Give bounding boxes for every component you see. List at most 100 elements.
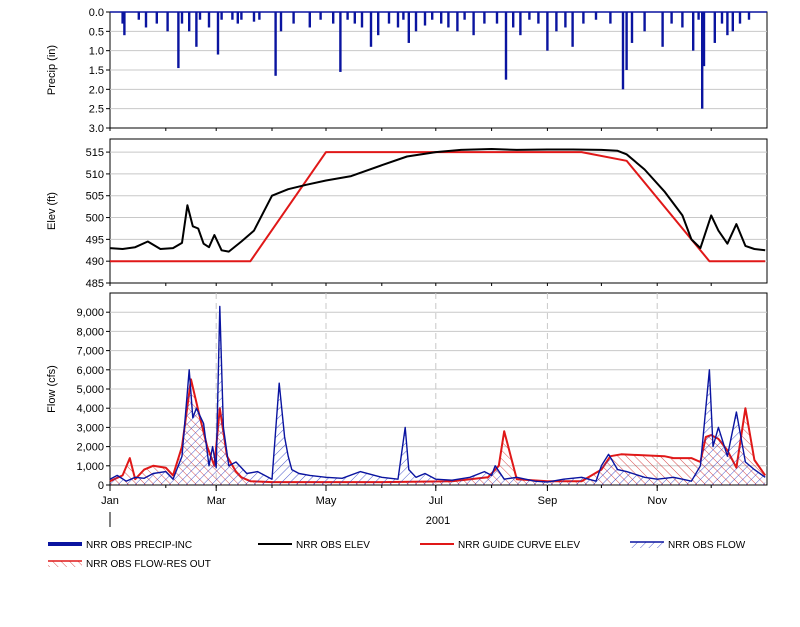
precip-bar (236, 12, 239, 24)
precip-bar (564, 12, 567, 28)
x-tick-label: May (316, 495, 337, 507)
precip-bar (155, 12, 158, 24)
y-tick-label: 515 (86, 147, 104, 159)
y-tick-label: 3.0 (89, 123, 104, 135)
y-tick-label: 490 (86, 256, 104, 268)
precip-bar (495, 12, 499, 24)
precip-bar (447, 12, 450, 28)
precip-bar (630, 12, 634, 43)
precip-bar (643, 12, 646, 32)
precip-bar (555, 12, 558, 32)
y-tick-label: 0.0 (89, 7, 104, 19)
y-tick-label: 0 (98, 480, 104, 492)
precip-bar (177, 12, 180, 69)
precip-bar (292, 12, 295, 24)
legend-swatch (630, 542, 664, 548)
legend-label: NRR OBS FLOW (668, 540, 746, 551)
x-tick-label: Jul (429, 495, 443, 507)
precip-bar (594, 12, 598, 20)
legend-item: NRR OBS ELEV (258, 540, 370, 551)
y-tick-label: 500 (86, 213, 104, 225)
precip-bar (407, 12, 410, 43)
precip-bar (720, 12, 724, 24)
precip-panel: 0.0 0.5 1.0 1.5 2.0 2.5 3.0 Precip (in) (46, 7, 768, 135)
legend-item: NRR OBS FLOW (630, 540, 746, 551)
y-axis-label: Elev (ft) (46, 192, 58, 230)
precip-bar (546, 12, 549, 51)
legend-item: NRR OBS PRECIP-INC (48, 540, 192, 551)
y-tick-label: 495 (86, 234, 104, 246)
precip-bar (396, 12, 400, 28)
precip-bar (319, 12, 322, 20)
precip-bar (681, 12, 684, 28)
legend-item: NRR OBS FLOW-RES OUT (48, 559, 211, 570)
legend: NRR OBS PRECIP-INC NRR OBS ELEV NRR GUIDE … (48, 540, 746, 570)
precip-bar (661, 12, 664, 47)
precip-bar (198, 12, 202, 20)
y-tick-label: 2.0 (89, 84, 104, 96)
y-tick-label: 485 (86, 278, 104, 290)
legend-swatch (48, 561, 82, 567)
precip-bar (195, 12, 198, 47)
precip-bar (582, 12, 585, 24)
x-tick-label: Jan (101, 495, 119, 507)
precip-bar (414, 12, 418, 32)
precip-bar (274, 12, 277, 76)
precip-bar (571, 12, 574, 47)
precip-bar (512, 12, 515, 28)
y-tick-label: 7,000 (76, 346, 104, 358)
y-tick-label: 9,000 (76, 307, 104, 319)
precip-bar (188, 12, 191, 32)
legend-label: NRR OBS FLOW-RES OUT (86, 559, 211, 570)
precip-bar (423, 12, 427, 26)
precip-bar (528, 12, 531, 20)
y-tick-label: 1.0 (89, 46, 104, 58)
legend-label: NRR OBS ELEV (296, 540, 370, 551)
precip-bar (387, 12, 391, 24)
precip-bar (702, 12, 706, 67)
precip-bar (339, 12, 342, 72)
precip-bar (504, 12, 508, 80)
elev-panel: 485 490 495 500 505 510 515 Elev (ft) (46, 138, 768, 290)
precip-bar (440, 12, 443, 24)
precip-bar (252, 12, 256, 22)
precip-bar (456, 12, 459, 32)
y-tick-label: 510 (86, 169, 104, 181)
precip-bar (137, 12, 140, 20)
precip-bar (308, 12, 311, 28)
precip-bar (258, 12, 261, 20)
y-tick-label: 505 (86, 191, 104, 203)
y-tick-label: 5,000 (76, 384, 104, 396)
precip-bar (483, 12, 486, 24)
hydrology-chart: 0.00.51.01.52.02.53.0Precip (in) 4854904… (46, 7, 768, 570)
y-tick-label: 2,000 (76, 442, 104, 454)
precip-bar (180, 12, 184, 24)
precip-bar (697, 12, 700, 20)
x-tick-label: Mar (207, 495, 226, 507)
y-tick-label: 1.5 (89, 65, 104, 77)
precip-bar (207, 12, 211, 28)
precip-bar (231, 12, 234, 20)
precip-bar (537, 12, 540, 24)
precip-bar (144, 12, 148, 28)
precip-bar (377, 12, 380, 36)
y-tick-label: 1,000 (76, 461, 104, 473)
precip-bar (220, 12, 223, 20)
precip-bar (353, 12, 356, 24)
y-axis-label: Flow (cfs) (46, 365, 58, 413)
precip-bar (431, 12, 434, 20)
precip-bar (472, 12, 475, 36)
precip-bar (713, 12, 716, 43)
precip-bar (731, 12, 734, 32)
x-axis: Jan Mar May Jul Sep Nov (101, 485, 667, 527)
precip-bar (747, 12, 751, 20)
precip-bar (346, 12, 349, 20)
precip-bar (360, 12, 364, 28)
y-tick-label: 4,000 (76, 403, 104, 415)
precip-bar (166, 12, 169, 32)
precip-bar (726, 12, 729, 36)
x-tick-label: Nov (647, 495, 667, 507)
y-tick-label: 2.5 (89, 104, 104, 116)
y-tick-label: 6,000 (76, 365, 104, 377)
x-tick-label: Sep (538, 495, 558, 507)
